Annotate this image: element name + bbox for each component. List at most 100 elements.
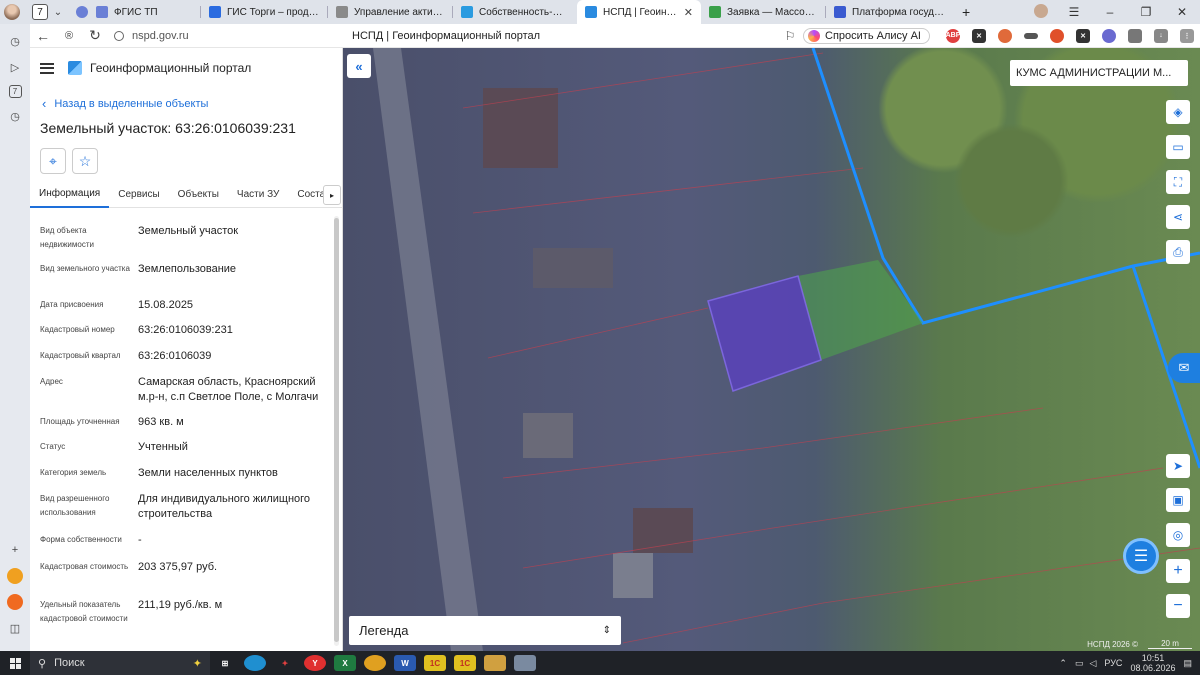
- chat-bubble-icon: ✉: [1178, 360, 1190, 375]
- word-icon[interactable]: W: [394, 655, 416, 671]
- address-bar: ← ® ↻ nspd.gov.ru НСПД | Геоинформационн…: [30, 24, 1200, 48]
- edge-icon[interactable]: [244, 655, 266, 671]
- extension-red-icon[interactable]: [1050, 28, 1064, 43]
- reload-icon[interactable]: ↻: [82, 27, 108, 44]
- minimize-icon[interactable]: –: [1092, 5, 1128, 19]
- tab-sobstvennost-web[interactable]: Собственность-WEB 26.1: [453, 0, 577, 24]
- hamburger-menu-icon[interactable]: [40, 62, 54, 74]
- chevron-down-icon[interactable]: ⌄: [48, 7, 68, 18]
- app-gray-icon[interactable]: [514, 655, 536, 671]
- favorite-button[interactable]: ☆: [72, 148, 98, 174]
- tab-nspd-active[interactable]: НСПД | Геоинформацио✕: [577, 0, 701, 24]
- language-indicator[interactable]: РУС: [1104, 658, 1122, 668]
- windows-logo-icon: [9, 657, 21, 669]
- url-field[interactable]: nspd.gov.ru: [132, 30, 189, 42]
- tab-services[interactable]: Сервисы: [109, 182, 168, 208]
- chevron-right-icon: ▸: [329, 190, 334, 200]
- lock-icon[interactable]: [114, 30, 124, 41]
- zoom-out-button[interactable]: −: [1166, 594, 1190, 618]
- excel-icon[interactable]: X: [334, 655, 356, 671]
- minimap-button[interactable]: ▣: [1166, 488, 1190, 512]
- legend-dropdown[interactable]: Легенда ⇕: [349, 616, 621, 645]
- show-on-map-button[interactable]: ⌖: [40, 148, 66, 174]
- extension-orange-icon[interactable]: [998, 28, 1012, 43]
- more-icon[interactable]: ⋮: [1180, 28, 1194, 43]
- profile-icon[interactable]: [1026, 3, 1056, 21]
- layers-button[interactable]: ◈: [1166, 100, 1190, 124]
- 1c-second-icon[interactable]: 1С: [454, 655, 476, 671]
- tab-pinned-emblem[interactable]: [68, 0, 88, 24]
- restore-icon[interactable]: ❐: [1128, 5, 1164, 19]
- mail-icon: [709, 6, 721, 18]
- list-item: Вид земельного участка Землепользование: [40, 263, 237, 275]
- share-button[interactable]: ⋖: [1166, 205, 1190, 229]
- yandex-app-icon[interactable]: [7, 594, 23, 610]
- puzzle-icon[interactable]: [1128, 28, 1142, 43]
- tab-fgis-tp[interactable]: ФГИС ТП: [88, 0, 200, 24]
- tab-objects[interactable]: Объекты: [169, 182, 228, 208]
- scrollbar-thumb[interactable]: [334, 218, 339, 642]
- yandex-protect-icon[interactable]: ®: [56, 30, 82, 42]
- collapse-panel-button[interactable]: «: [347, 54, 371, 78]
- tab-mass-application[interactable]: Заявка — Массовая заяв: [701, 0, 825, 24]
- tab-counter[interactable]: 7: [32, 4, 48, 20]
- system-tray: ⌃ ▭ ◁ РУС 10:51 08.06.2026 ▤: [1059, 651, 1192, 675]
- extension-x2-icon[interactable]: ✕: [1076, 28, 1090, 43]
- notifications-icon[interactable]: ▤: [1183, 658, 1192, 669]
- legend-label: Легенда: [359, 623, 409, 638]
- volume-icon[interactable]: ◁: [1089, 658, 1096, 669]
- navigate-button[interactable]: ➤: [1166, 454, 1190, 478]
- back-to-selected-link[interactable]: ‹ Назад в выделенные объекты: [42, 96, 208, 111]
- chat-button[interactable]: ☰: [1123, 538, 1159, 574]
- minimap-icon: ▣: [1172, 493, 1184, 507]
- tab-counter-icon[interactable]: 7: [8, 85, 22, 98]
- panel-scrollbar[interactable]: [334, 216, 339, 646]
- mail-app-icon[interactable]: [7, 568, 23, 584]
- map-view[interactable]: « КУМС АДМИНИСТРАЦИИ М... ◈ ▭ ⛶ ⋖ ⎙ ✉ ➤ …: [343, 48, 1200, 651]
- clock[interactable]: 10:51 08.06.2026: [1130, 653, 1175, 673]
- play-icon[interactable]: ▷: [7, 59, 23, 75]
- assistant-tab-button[interactable]: ✉: [1168, 353, 1200, 383]
- download-icon[interactable]: ↓: [1154, 28, 1168, 43]
- yandex-browser-icon[interactable]: Y: [304, 655, 326, 671]
- tab-parts[interactable]: Части ЗУ: [228, 182, 288, 208]
- print-button[interactable]: ⎙: [1166, 240, 1190, 264]
- adblock-icon[interactable]: ABP: [946, 28, 960, 43]
- collapse-sidebar-icon[interactable]: ◫: [7, 620, 23, 636]
- 1c-icon[interactable]: 1С: [424, 655, 446, 671]
- chrome-icon[interactable]: [364, 655, 386, 671]
- zoom-in-button[interactable]: +: [1166, 559, 1190, 583]
- profile-avatar[interactable]: [0, 0, 24, 24]
- extension-circle-icon[interactable]: [1102, 28, 1116, 43]
- tab-gis-torgi[interactable]: ГИС Торги – продажи гос: [201, 0, 327, 24]
- network-icon[interactable]: ▭: [1075, 658, 1084, 669]
- explorer-icon[interactable]: [484, 655, 506, 671]
- close-icon[interactable]: ✕: [684, 6, 693, 19]
- measure-button[interactable]: ▭: [1166, 135, 1190, 159]
- taskbar-search[interactable]: ⚲ Поиск ✦: [30, 651, 210, 675]
- history-icon[interactable]: ◷: [7, 33, 23, 49]
- extension-x-icon[interactable]: ✕: [972, 28, 986, 43]
- extension-bar-icon[interactable]: [1024, 32, 1038, 39]
- bookmark-icon[interactable]: ⚐: [777, 29, 803, 43]
- new-tab-button[interactable]: +: [954, 0, 978, 24]
- geolocation-button[interactable]: ◎: [1166, 523, 1190, 547]
- tabs-scroll-right-button[interactable]: ▸: [323, 185, 341, 205]
- task-view-icon[interactable]: ⊞: [214, 655, 236, 671]
- close-window-icon[interactable]: ✕: [1164, 5, 1200, 19]
- select-area-button[interactable]: ⛶: [1166, 170, 1190, 194]
- tab-asset-management[interactable]: Управление активами Са: [328, 0, 452, 24]
- start-button[interactable]: [0, 657, 30, 669]
- tab-gov-platform[interactable]: Платформа государстве: [826, 0, 954, 24]
- alice-button[interactable]: Спросить Алису AI: [803, 27, 930, 44]
- back-arrow-icon[interactable]: ←: [30, 28, 56, 44]
- app-red-icon[interactable]: ✦: [274, 655, 296, 671]
- menu-icon[interactable]: ☰: [1056, 5, 1092, 19]
- clock-icon[interactable]: ◷: [7, 108, 23, 124]
- add-icon[interactable]: +: [7, 542, 23, 558]
- layer-selector[interactable]: КУМС АДМИНИСТРАЦИИ М...: [1010, 60, 1188, 86]
- chevron-up-icon[interactable]: ⌃: [1059, 658, 1067, 669]
- ruler-icon: ▭: [1172, 140, 1184, 154]
- tab-information[interactable]: Информация: [30, 182, 110, 208]
- double-chevron-left-icon: «: [355, 58, 363, 74]
